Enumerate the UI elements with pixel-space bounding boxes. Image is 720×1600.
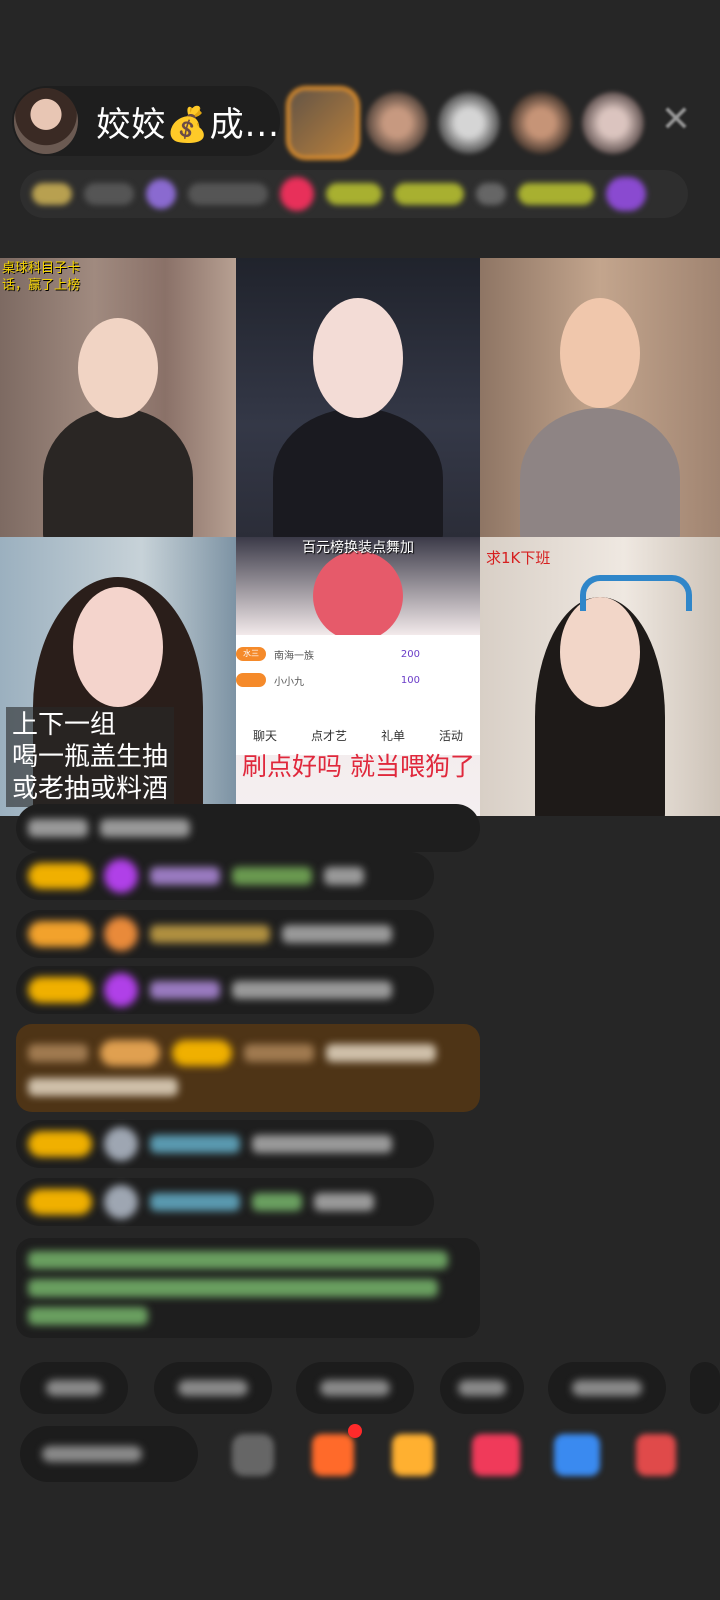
quick-reply-button[interactable]	[20, 1362, 128, 1414]
notification-dot	[348, 1424, 362, 1438]
tile-caption: 求1K下班	[486, 549, 551, 567]
quick-reply-button[interactable]	[440, 1362, 524, 1414]
comment-input[interactable]	[20, 1426, 198, 1482]
chat-message	[16, 1120, 434, 1168]
viewer-avatar[interactable]	[582, 92, 644, 154]
gem-icon	[104, 973, 138, 1007]
tile-top-caption: 百元榜换装点舞加	[302, 540, 414, 556]
level-badge	[28, 1189, 92, 1215]
tab-activity[interactable]: 活动	[439, 727, 463, 744]
info-chip	[188, 183, 268, 205]
gift-bag-icon[interactable]	[392, 1434, 434, 1476]
chat-system-message	[16, 1238, 480, 1338]
heart-icon[interactable]	[472, 1434, 520, 1476]
chat-message	[16, 1178, 434, 1226]
viewer-avatar[interactable]	[290, 90, 356, 156]
tile-red-caption: 刷点好吗 就当喂狗了	[242, 752, 475, 781]
viewer-avatar-list	[290, 88, 644, 158]
rank-row: 小小九 100	[236, 669, 480, 691]
chat-message	[16, 966, 434, 1014]
emoji-icon[interactable]	[232, 1434, 274, 1476]
level-badge	[172, 1040, 232, 1066]
rank-tabs: 聊天 点才艺 礼单 活动	[236, 727, 480, 744]
quick-reply-button[interactable]	[154, 1362, 272, 1414]
info-chip	[146, 179, 176, 209]
rank-card[interactable]: 水三 南海一族 200 小小九 100 聊天 点才艺 礼单 活动	[236, 635, 480, 755]
info-chip	[518, 183, 594, 205]
chat-message	[16, 852, 434, 900]
info-chip	[476, 183, 506, 205]
tab-talent[interactable]: 点才艺	[311, 727, 347, 744]
level-badge	[28, 921, 92, 947]
chat-bubble-icon[interactable]	[554, 1434, 600, 1476]
video-tile[interactable]: 百元榜换装点舞加 水三 南海一族 200 小小九 100 聊天 点才艺 礼单 活…	[236, 537, 480, 816]
chat-message-highlight	[16, 1024, 480, 1112]
info-chip	[84, 183, 134, 205]
gem-icon	[104, 1185, 138, 1219]
level-badge	[28, 977, 92, 1003]
info-chip	[280, 177, 314, 211]
viewer-avatar[interactable]	[438, 92, 500, 154]
gem-icon	[104, 1127, 138, 1161]
gem-icon	[104, 859, 138, 893]
room-info-bar[interactable]	[20, 170, 688, 218]
host-info-pill[interactable]: 姣姣💰成...	[12, 86, 280, 156]
tab-chat[interactable]: 聊天	[253, 727, 277, 744]
info-chip	[606, 177, 646, 211]
video-tile[interactable]: 上下一组 喝一瓶盖生抽 或老抽或料酒	[0, 537, 236, 816]
info-chip	[32, 183, 72, 205]
host-avatar[interactable]	[14, 88, 79, 154]
chat-message	[16, 804, 480, 852]
video-tile[interactable]	[236, 258, 480, 537]
chat-message	[16, 910, 434, 958]
info-chip	[394, 183, 464, 205]
close-icon[interactable]: ✕	[656, 100, 696, 140]
level-badge	[28, 1131, 92, 1157]
quick-reply-button[interactable]	[296, 1362, 414, 1414]
video-tile[interactable]: 桌球科目子卡 话，赢了上榜	[0, 258, 236, 537]
quick-reply-button[interactable]	[690, 1362, 720, 1414]
video-tile[interactable]	[480, 258, 720, 537]
video-grid: 桌球科目子卡 话，赢了上榜 上下一组 喝一瓶盖生抽 或老抽或料酒 百元榜换装点舞…	[0, 258, 720, 816]
rank-row: 水三 南海一族 200	[236, 643, 480, 665]
viewer-avatar[interactable]	[366, 92, 428, 154]
tile-overlay-text: 桌球科目子卡 话，赢了上榜	[2, 261, 81, 293]
gem-icon	[104, 917, 138, 951]
info-chip	[326, 183, 382, 205]
host-name: 姣姣💰成...	[96, 104, 280, 145]
video-tile[interactable]: 求1K下班	[480, 537, 720, 816]
tab-gift-list[interactable]: 礼单	[381, 727, 405, 744]
more-icon[interactable]	[636, 1434, 676, 1476]
quick-reply-button[interactable]	[548, 1362, 666, 1414]
tile-caption: 上下一组 喝一瓶盖生抽 或老抽或料酒	[6, 707, 175, 807]
gift-box-icon[interactable]	[312, 1434, 354, 1476]
level-badge	[28, 863, 92, 889]
viewer-avatar[interactable]	[510, 92, 572, 154]
